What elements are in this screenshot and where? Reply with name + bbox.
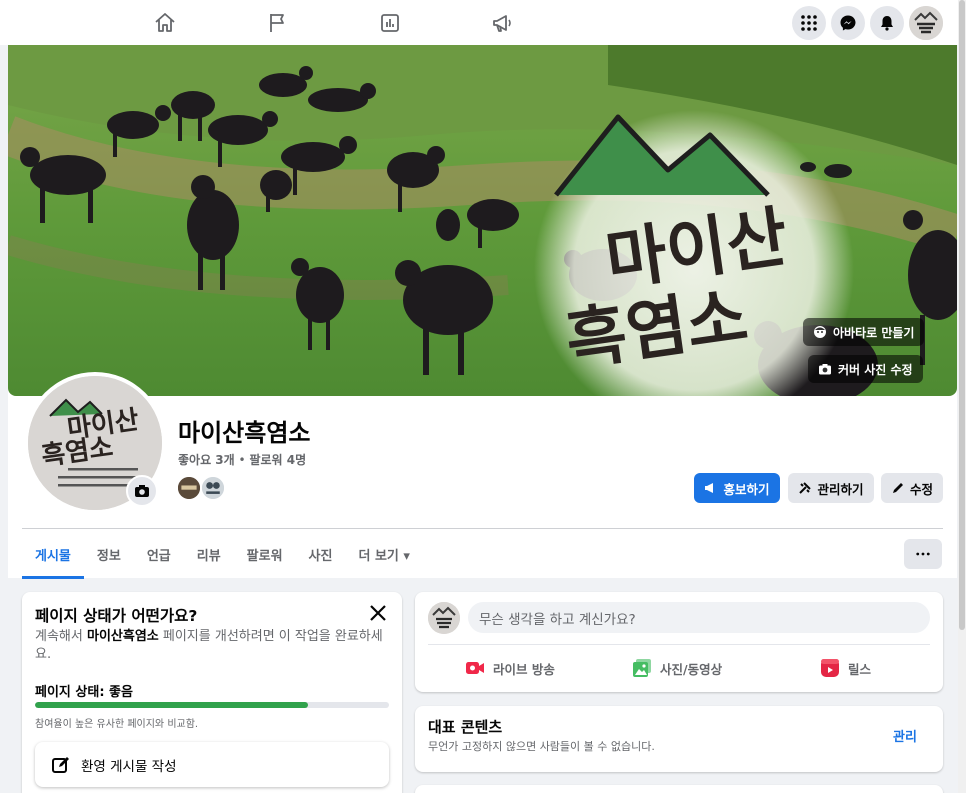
welcome-post-label: 환영 게시물 작성 [81,758,177,775]
camera-icon [819,364,831,375]
megaphone-icon [705,483,714,493]
comparison-note: 참여율이 높은 유사한 페이지와 비교함. [35,719,199,730]
featured-manage-link[interactable]: 관리 [893,726,917,745]
status-desc-page-name: 마이산흑염소 [86,629,159,644]
edit-cover-button[interactable]: 커버 사진 수정 [808,355,923,383]
reels-button[interactable]: 릴스 [820,654,871,682]
page-stats: 좋아요 3개 • 팔로워 4명 [178,451,306,468]
insights-icon[interactable] [370,8,410,38]
flag-icon[interactable] [258,8,298,38]
tools-icon [799,482,812,494]
more-options-button[interactable] [904,539,942,569]
tab-about[interactable]: 정보 [84,529,134,579]
status-card-title: 페이지 상태가 어떤가요? [35,607,198,625]
tab-more[interactable]: 더 보기 ▾ [345,529,422,579]
camera-icon [135,485,149,497]
top-navigation-bar [0,0,966,45]
edit-cover-label: 커버 사진 수정 [838,362,913,377]
likes-count[interactable]: 좋아요 3개 [178,453,235,467]
pencil-icon [892,483,903,493]
reels-label: 릴스 [848,661,872,677]
make-avatar-button[interactable]: 아바타로 만들기 [803,318,925,346]
status-desc-part: 계속해서 [35,629,87,644]
reels-icon [821,659,839,677]
composer-divider [428,644,930,645]
composer-input[interactable]: 무슨 생각을 하고 계신가요? [468,602,930,633]
next-card [415,785,943,793]
promote-label: 홍보하기 [723,481,770,497]
stats-separator: • [238,453,246,467]
ellipsis-icon [916,552,930,556]
tab-photos[interactable]: 사진 [296,529,346,579]
progress-fill [35,702,308,708]
home-icon[interactable] [145,8,185,38]
tab-mentions[interactable]: 언급 [134,529,184,579]
write-welcome-post-button[interactable]: 환영 게시물 작성 [35,742,389,787]
profile-avatar[interactable] [909,6,943,40]
photo-video-label: 사진/동영상 [660,661,723,677]
featured-description: 무언가 고정하지 않으면 사람들이 볼 수 없습니다. [428,740,655,753]
featured-content-card: 대표 콘텐츠 무언가 고정하지 않으면 사람들이 볼 수 없습니다. 관리 [415,706,943,772]
change-profile-picture-button[interactable] [126,475,158,507]
live-video-label: 라이브 방송 [493,661,555,677]
live-video-icon [466,662,484,674]
manage-label: 관리하기 [817,481,864,497]
messenger-icon[interactable] [831,6,865,40]
page-status-card: 페이지 상태가 어떤가요? 계속해서 마이산흑염소 페이지를 개선하려면 이 작… [22,592,402,793]
close-icon[interactable] [367,602,389,624]
tab-followers[interactable]: 팔로워 [234,529,296,579]
compose-icon [52,756,69,773]
manage-button[interactable]: 관리하기 [788,473,874,503]
promote-button[interactable]: 홍보하기 [694,473,780,503]
tab-reviews[interactable]: 리뷰 [184,529,234,579]
composer-avatar[interactable] [428,602,460,634]
status-card-description: 계속해서 마이산흑염소 페이지를 개선하려면 이 작업을 완료하세요. [35,628,385,664]
cover-photo[interactable]: 마이산 흑염소 아바타로 만들기 커버 사진 수정 [8,45,957,396]
scrollbar[interactable] [958,0,966,793]
megaphone-icon[interactable] [482,8,522,38]
followers-count[interactable]: 팔로워 4명 [249,453,306,467]
menu-grid-icon[interactable] [792,6,826,40]
page-title: 마이산흑염소 [178,419,311,447]
avatar-face-icon [814,326,826,338]
scrollbar-thumb[interactable] [959,0,965,630]
live-video-button[interactable]: 라이브 방송 [465,654,555,682]
page-status-progress-bar [35,702,389,708]
photo-icon [633,659,651,677]
edit-page-button[interactable]: 수정 [881,473,943,503]
make-avatar-label: 아바타로 만들기 [833,325,915,340]
follower-avatar[interactable] [200,475,226,501]
page-header: 마이산 흑염소 아바타로 만들기 커버 사진 수정 마이산 흑염소 마이산흑염소… [8,45,957,579]
tab-posts[interactable]: 게시물 [22,529,84,579]
page-tabs: 게시물 정보 언급 리뷰 팔로워 사진 더 보기 ▾ [22,529,423,579]
page-status-label: 페이지 상태: 좋음 [35,685,133,700]
featured-title: 대표 콘텐츠 [428,718,503,736]
bell-icon[interactable] [870,6,904,40]
photo-video-button[interactable]: 사진/동영상 [632,654,722,682]
post-composer: 무슨 생각을 하고 계신가요? 라이브 방송 사진/동영상 릴스 [415,592,943,692]
edit-label: 수정 [909,481,933,497]
follower-avatar[interactable] [176,475,202,501]
